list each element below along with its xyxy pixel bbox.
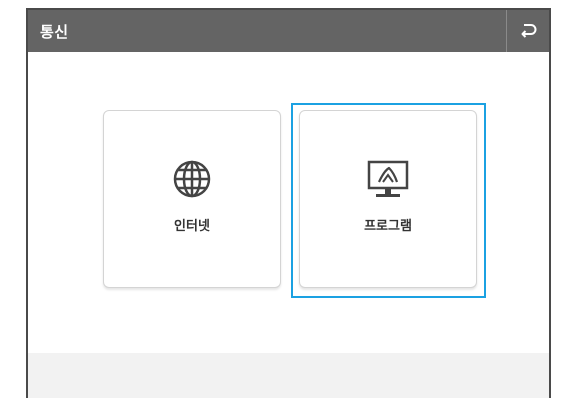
- monitor-icon: [367, 160, 409, 197]
- program-label: 프로그램: [364, 219, 412, 234]
- program-tile[interactable]: 프로그램: [299, 110, 477, 288]
- back-button[interactable]: [506, 10, 549, 52]
- return-arrow-icon: [521, 24, 537, 38]
- footer-bar: [28, 353, 549, 398]
- internet-label: 인터넷: [174, 219, 210, 234]
- content-area: 인터넷 프로그램: [28, 52, 549, 353]
- globe-icon: [173, 160, 211, 198]
- title-bar: 통신: [28, 10, 549, 52]
- page-title: 통신: [40, 23, 69, 41]
- app-window: 통신 인터넷 프로그램: [26, 8, 551, 398]
- internet-tile[interactable]: 인터넷: [103, 110, 281, 288]
